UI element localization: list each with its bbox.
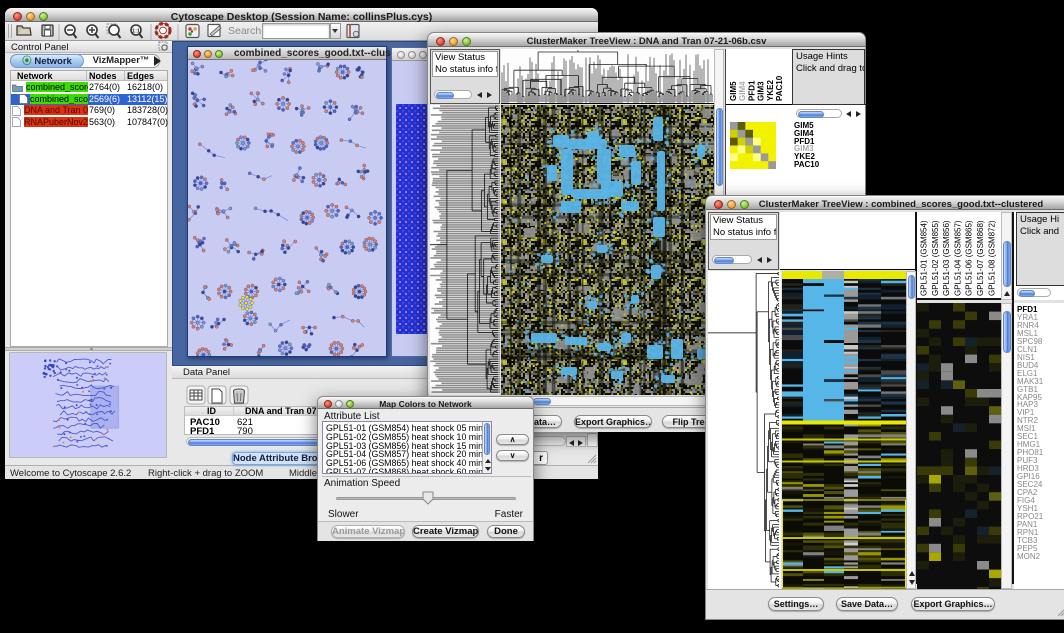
svg-text:GPL51-04 (GSM857): GPL51-04 (GSM857) — [953, 220, 962, 296]
svg-text:GPL51-07 (GSM868): GPL51-07 (GSM868) — [976, 220, 985, 296]
svg-text:GPL51-01 (GSM854): GPL51-01 (GSM854) — [920, 220, 929, 296]
svg-text:1:1: 1:1 — [132, 29, 140, 35]
svg-text:GIM3: GIM3 — [757, 81, 766, 101]
svg-text:GIM4: GIM4 — [738, 81, 747, 101]
svg-text:GPL51-03 (GSM856): GPL51-03 (GSM856) — [942, 220, 951, 296]
svg-text:GPL51-02 (GSM855): GPL51-02 (GSM855) — [931, 220, 940, 296]
svg-text:GIM5: GIM5 — [729, 81, 738, 101]
svg-text:GPL51-08 (GSM872): GPL51-08 (GSM872) — [987, 220, 996, 296]
svg-text:GPL51-06 (GSM865): GPL51-06 (GSM865) — [965, 220, 974, 296]
svg-text:PFD1: PFD1 — [747, 80, 756, 101]
svg-text:Search:: Search: — [228, 25, 264, 37]
svg-text:PAC10: PAC10 — [775, 75, 784, 101]
svg-text:YKE2: YKE2 — [766, 80, 775, 101]
